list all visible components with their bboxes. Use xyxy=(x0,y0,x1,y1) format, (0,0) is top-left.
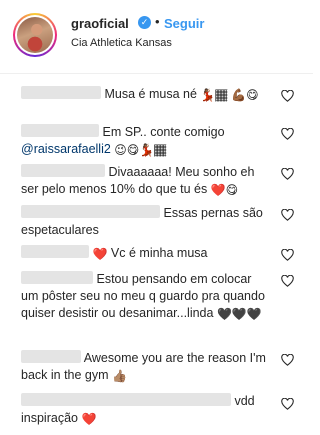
blurred-username[interactable] xyxy=(21,393,231,406)
location-link[interactable]: Cia Athletica Kansas xyxy=(71,37,172,49)
separator-dot: • xyxy=(155,14,160,29)
comment-emojis: 💃🏾🏾 💪🏾😋 xyxy=(200,88,259,102)
heart-outline-icon[interactable] xyxy=(281,209,294,221)
comment-emojis: 👍🏽 xyxy=(112,369,127,383)
comment-item: vdd inspiração ❤️ xyxy=(21,393,271,427)
comment-emojis: ❤️😋 xyxy=(210,183,239,197)
blurred-username[interactable] xyxy=(21,86,101,99)
blurred-username[interactable] xyxy=(21,350,81,363)
post-header: graoficial ✓ • Seguir Cia Athletica Kans… xyxy=(0,0,313,74)
comment-emojis: 🖤🖤🖤 xyxy=(216,307,262,321)
comment-text: Vc é minha musa xyxy=(110,246,208,260)
heart-outline-icon[interactable] xyxy=(281,168,294,180)
blurred-username[interactable] xyxy=(21,205,160,218)
comment-text: Musa é musa né xyxy=(104,87,197,101)
comment-item: Estou pensando em colocar um pôster seu … xyxy=(21,271,271,322)
profile-avatar[interactable] xyxy=(13,13,57,57)
avatar-photo xyxy=(17,17,53,53)
blurred-username[interactable] xyxy=(21,124,99,137)
blurred-username[interactable] xyxy=(21,245,89,258)
comment-item: Awesome you are the reason I'm back in t… xyxy=(21,350,271,384)
comment-emojis: ❤️ xyxy=(81,412,97,426)
comment-item: Essas pernas são espetaculares xyxy=(21,205,271,239)
blurred-username[interactable] xyxy=(21,164,105,177)
heart-outline-icon[interactable] xyxy=(281,275,294,287)
blurred-username[interactable] xyxy=(21,271,93,284)
comment-emojis: 😉😋💃🏾🏾 xyxy=(114,143,167,157)
comment-text: Em SP.. conte comigo xyxy=(102,125,225,139)
comment-item: ❤️ Vc é minha musa xyxy=(21,245,271,262)
verified-badge-icon: ✓ xyxy=(138,16,151,29)
heart-outline-icon[interactable] xyxy=(281,249,294,261)
comment-item: Em SP.. conte comigo @raissarafaelli2 😉😋… xyxy=(21,124,271,158)
heart-outline-icon[interactable] xyxy=(281,354,294,366)
heart-outline-icon[interactable] xyxy=(281,90,294,102)
heart-outline-icon[interactable] xyxy=(281,128,294,140)
mention-link[interactable]: @raissarafaelli2 xyxy=(21,142,111,156)
comment-item: Musa é musa né 💃🏾🏾 💪🏾😋 xyxy=(21,86,261,103)
heart-outline-icon[interactable] xyxy=(281,398,294,410)
avatar-frame xyxy=(15,15,55,55)
comment-item: Divaaaaaa! Meu sonho eh ser pelo menos 1… xyxy=(21,164,271,198)
follow-button[interactable]: Seguir xyxy=(164,16,204,31)
heart-emoji: ❤️ xyxy=(92,247,108,261)
username-link[interactable]: graoficial xyxy=(71,16,129,31)
